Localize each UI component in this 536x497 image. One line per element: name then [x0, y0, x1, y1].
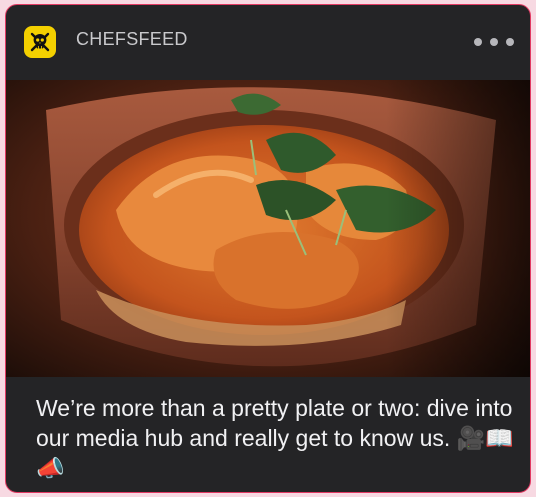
- chefsfeed-app-icon: [24, 26, 56, 58]
- notification-message: We’re more than a pretty plate or two: d…: [36, 395, 514, 481]
- food-photo: [6, 80, 530, 377]
- ellipsis-dot-icon: [474, 38, 482, 46]
- notification-header: CHEFSFEED: [6, 5, 530, 80]
- more-options-button[interactable]: [474, 31, 514, 53]
- notification-card[interactable]: CHEFSFEED We’re more than a pretty plate…: [5, 4, 531, 493]
- ellipsis-dot-icon: [506, 38, 514, 46]
- notification-photo[interactable]: [6, 80, 530, 377]
- chef-skull-icon: [30, 32, 50, 52]
- app-name: CHEFSFEED: [76, 29, 188, 49]
- ellipsis-dot-icon: [490, 38, 498, 46]
